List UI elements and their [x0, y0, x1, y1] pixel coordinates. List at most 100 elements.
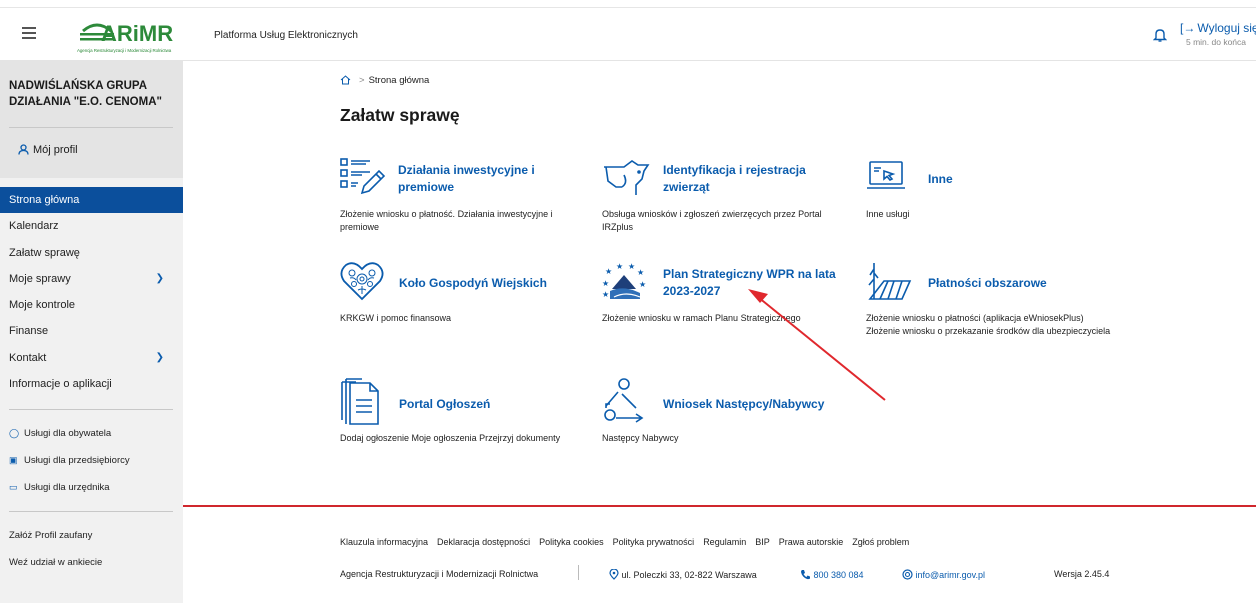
sidebar-item-finanse[interactable]: Finanse — [0, 318, 183, 344]
tile-title[interactable]: Płatności obszarowe — [928, 275, 1118, 292]
sidebar-nav: Strona główna Kalendarz Załatw sprawę Mo… — [0, 187, 183, 397]
divider — [578, 565, 579, 580]
logout-icon: [→ — [1180, 21, 1196, 35]
tile-successor[interactable]: Wniosek Następcy/Nabywcy Następcy Nabywc… — [602, 378, 847, 448]
location-pin-icon — [609, 568, 619, 580]
tile-title[interactable]: Plan Strategiczny WPR na lata 2023-2027 — [663, 266, 848, 300]
footer-link[interactable]: Polityka cookies — [539, 537, 604, 547]
svg-text:★: ★ — [602, 290, 609, 299]
tile-title[interactable]: Koło Gospodyń Wiejskich — [399, 275, 589, 292]
tile-animal-id[interactable]: Identyfikacja i rejestracja zwierząt Obs… — [602, 157, 847, 237]
at-icon — [902, 569, 913, 580]
footer-link[interactable]: Prawa autorskie — [779, 537, 844, 547]
footer-address[interactable]: ul. Poleczki 33, 02-822 Warszawa — [609, 568, 757, 580]
top-strip — [0, 0, 1256, 8]
tile-area-payments[interactable]: Płatności obszarowe Złożenie wniosku o p… — [866, 261, 1126, 361]
menu-icon[interactable] — [22, 27, 36, 39]
survey-link[interactable]: Weź udział w ankiecie — [9, 557, 102, 568]
tile-title[interactable]: Portal Ogłoszeń — [399, 396, 589, 413]
footer-version: Wersja 2.45.4 — [1054, 569, 1110, 579]
header: ARiMR Agencja Restrukturyzacji i Moderni… — [0, 8, 1256, 61]
tile-title[interactable]: Wniosek Następcy/Nabywcy — [663, 396, 848, 413]
laptop-icon — [867, 161, 905, 189]
footer-phone[interactable]: 800 380 084 — [800, 569, 864, 580]
monitor-icon: ▭ — [9, 482, 18, 492]
tile-other[interactable]: Inne Inne usługi — [866, 157, 1086, 237]
footer-link[interactable]: Deklaracja dostępności — [437, 537, 530, 547]
divider — [9, 511, 173, 512]
field-icon — [868, 263, 912, 300]
sidebar-item-moje-sprawy[interactable]: Moje sprawy ❯ — [0, 266, 183, 292]
services-official-link[interactable]: ▭ Usługi dla urzędnika — [9, 482, 110, 493]
trusted-profile-link[interactable]: Załóż Profil zaufany — [9, 530, 92, 541]
sidebar-item-kontakt[interactable]: Kontakt ❯ — [0, 345, 183, 371]
sidebar-item-kalendarz[interactable]: Kalendarz — [0, 213, 183, 239]
tile-description: Złożenie wniosku w ramach Planu Strategi… — [602, 313, 801, 323]
page-title: Załatw sprawę — [340, 105, 460, 125]
divider — [9, 409, 173, 410]
logout-button[interactable]: [→ Wyloguj się — [1180, 21, 1256, 35]
tile-kgw[interactable]: Koło Gospodyń Wiejskich KRKGW i pomoc fi… — [340, 261, 590, 331]
tile-description: Dodaj ogłoszenie Moje ogłoszenia Przejrz… — [340, 433, 561, 443]
my-profile-label: Mój profil — [33, 144, 78, 156]
tile-title[interactable]: Identyfikacja i rejestracja zwierząt — [663, 162, 843, 196]
tile-description: Złożenie wniosku o płatności (aplikacja … — [866, 313, 1111, 336]
svg-text:★: ★ — [639, 280, 646, 289]
phone-icon — [801, 570, 810, 580]
sidebar-item-moje-kontrole[interactable]: Moje kontrole — [0, 292, 183, 318]
footer-link[interactable]: Zgłoś problem — [852, 537, 909, 547]
cow-icon — [604, 160, 650, 195]
breadcrumb-current: Strona główna — [368, 75, 430, 86]
sidebar-item-zalatw-sprawe[interactable]: Załatw sprawę — [0, 240, 183, 266]
divider — [9, 127, 173, 128]
platform-title: Platforma Usług Elektronicznych — [214, 30, 358, 41]
footer-link[interactable]: Klauzula informacyjna — [340, 537, 428, 547]
bell-icon[interactable] — [1153, 27, 1167, 43]
chevron-down-icon[interactable]: ❯ — [156, 266, 164, 292]
person-icon: ◯ — [9, 428, 20, 438]
services-business-link[interactable]: ▣ Usługi dla przedsiębiorcy — [9, 455, 130, 466]
footer-link[interactable]: Polityka prywatności — [613, 537, 695, 547]
chevron-down-icon[interactable]: ❯ — [156, 345, 164, 371]
breadcrumb: > Strona główna — [340, 75, 429, 86]
footer-links: Klauzula informacyjna Deklaracja dostępno… — [340, 537, 918, 547]
logout-label: Wyloguj się — [1197, 21, 1256, 35]
footer-link[interactable]: Regulamin — [703, 537, 746, 547]
documents-icon — [341, 378, 379, 425]
successor-icon — [604, 378, 644, 423]
footer-agency: Agencja Restrukturyzacji i Modernizacji … — [340, 569, 539, 579]
svg-text:★: ★ — [637, 268, 644, 277]
tile-description: Inne usługi — [866, 209, 910, 219]
chevron-right-icon: > — [359, 75, 365, 86]
svg-text:★: ★ — [628, 262, 635, 271]
tile-investment[interactable]: Działania inwestycyjne i premiowe Złożen… — [340, 157, 590, 237]
tile-plan-strategiczny[interactable]: ★ ★ ★ ★ ★ ★ ★ Plan Strategiczny WPR na l… — [602, 261, 847, 331]
tile-announcements[interactable]: Portal Ogłoszeń Dodaj ogłoszenie Moje og… — [340, 378, 590, 448]
tile-title[interactable]: Inne — [928, 171, 953, 188]
eu-stars-icon: ★ ★ ★ ★ ★ ★ ★ — [602, 262, 646, 299]
sidebar: NADWIŚLAŃSKA GRUPA DZIAŁANIA "E.O. CENOM… — [0, 61, 183, 603]
user-icon — [18, 144, 29, 155]
home-icon[interactable] — [340, 75, 351, 85]
sidebar-item-informacje[interactable]: Informacje o aplikacji — [0, 371, 183, 397]
tile-description: Złożenie wniosku o płatność. Działania i… — [340, 209, 553, 232]
form-pencil-icon — [340, 158, 386, 195]
footer-email[interactable]: info@arimr.gov.pl — [902, 569, 985, 580]
tile-description: Następcy Nabywcy — [602, 433, 679, 443]
svg-text:★: ★ — [616, 262, 623, 271]
footer-link[interactable]: BIP — [755, 537, 770, 547]
tile-description: Obsługa wniosków i zgłoszeń zwierzęcych … — [602, 209, 822, 232]
my-profile-link[interactable]: Mój profil — [18, 144, 78, 156]
services-citizen-link[interactable]: ◯ Usługi dla obywatela — [9, 428, 111, 439]
tile-description: KRKGW i pomoc finansowa — [340, 313, 452, 323]
footer-divider — [183, 505, 1256, 507]
briefcase-icon: ▣ — [9, 455, 18, 465]
logo-subtext: Agencja Restrukturyzacji i Modernizacji … — [77, 48, 172, 53]
org-box: NADWIŚLAŃSKA GRUPA DZIAŁANIA "E.O. CENOM… — [0, 61, 183, 178]
session-timeout: 5 min. do końca — [1186, 37, 1247, 47]
sidebar-item-strona-glowna[interactable]: Strona główna — [0, 187, 183, 214]
svg-text:★: ★ — [602, 279, 609, 288]
tile-title[interactable]: Działania inwestycyjne i premiowe — [398, 162, 588, 196]
folk-heart-icon — [340, 262, 384, 301]
svg-text:★: ★ — [605, 267, 612, 276]
